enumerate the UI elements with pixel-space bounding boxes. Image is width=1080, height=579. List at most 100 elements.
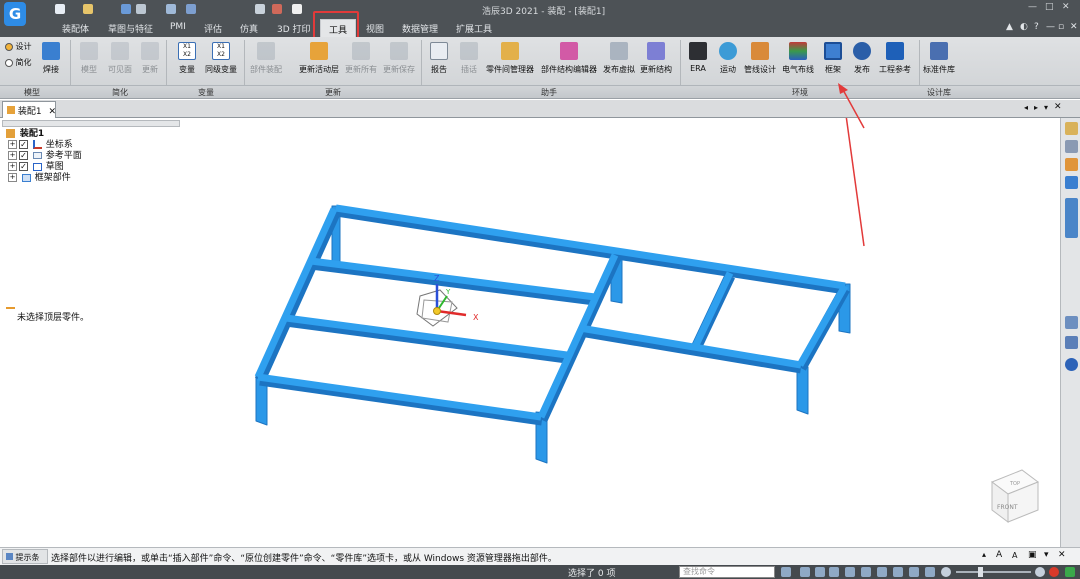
- doc-close-button[interactable]: ✕: [1070, 22, 1078, 32]
- undo-icon[interactable]: [166, 4, 176, 14]
- stop-icon[interactable]: [1049, 567, 1059, 577]
- inter-part-manager-button[interactable]: 零件间管理器: [486, 42, 534, 75]
- pan-icon[interactable]: [845, 567, 855, 577]
- maximize-button[interactable]: □: [1045, 2, 1054, 12]
- arrow-icon[interactable]: [781, 567, 791, 577]
- update-structure-button[interactable]: 更新结构: [640, 42, 672, 75]
- prompt-menu-icon[interactable]: ▾: [1044, 550, 1049, 560]
- right-dock-bar: [1060, 118, 1080, 547]
- shaded-icon[interactable]: [893, 567, 903, 577]
- insert-button[interactable]: 插话: [460, 42, 478, 75]
- doc-minimize-button[interactable]: —: [1046, 22, 1055, 32]
- weld-button[interactable]: 焊接: [42, 42, 60, 75]
- zoom-in-icon[interactable]: [1035, 567, 1045, 577]
- structure-editor-button[interactable]: 部件结构编辑器: [541, 42, 597, 75]
- prompt-close-icon[interactable]: ✕: [1058, 550, 1066, 560]
- tab-scroll-left-icon[interactable]: ◂: [1024, 103, 1028, 112]
- tab-scroll-right-icon[interactable]: ▸: [1034, 103, 1038, 112]
- help-panel-icon[interactable]: [1065, 176, 1078, 189]
- zoom-icon[interactable]: [829, 567, 839, 577]
- camera-icon[interactable]: [925, 567, 935, 577]
- parts-panel-icon[interactable]: [1065, 316, 1078, 329]
- open-icon[interactable]: [83, 4, 93, 14]
- tab-sketch-feature[interactable]: 草图与特征: [108, 22, 153, 35]
- print-icon[interactable]: [136, 4, 146, 14]
- triad-origin: [433, 307, 441, 315]
- era-button[interactable]: ERA: [689, 42, 707, 73]
- font-size-up-icon[interactable]: A: [996, 550, 1002, 560]
- layers-icon[interactable]: [1065, 140, 1078, 153]
- tab-data-management[interactable]: 数据管理: [402, 22, 438, 35]
- palette-icon[interactable]: ◐: [1020, 22, 1028, 32]
- prompt-dock-icon[interactable]: ▣: [1028, 550, 1037, 560]
- view-cube[interactable]: TOP FRONT: [990, 469, 1040, 523]
- close-button[interactable]: ✕: [1062, 2, 1070, 12]
- radio-design[interactable]: 设计: [5, 41, 32, 52]
- tab-assembly[interactable]: 装配体: [62, 22, 89, 35]
- radio-simplify[interactable]: 简化: [5, 57, 32, 68]
- publish-button[interactable]: 发布: [853, 42, 871, 75]
- simplify-model-button[interactable]: 模型: [80, 42, 98, 75]
- pipe-design-button[interactable]: 管线设计: [744, 42, 776, 75]
- tab-extensions[interactable]: 扩展工具: [456, 22, 492, 35]
- peer-variables-button[interactable]: X1 X2 同级变量: [205, 42, 237, 75]
- help-icon[interactable]: ?: [1034, 22, 1039, 32]
- tab-evaluate[interactable]: 评估: [204, 22, 222, 35]
- tab-pmi[interactable]: PMI: [170, 22, 186, 32]
- library-icon[interactable]: [1065, 122, 1078, 135]
- feature-panel-icon[interactable]: [1065, 336, 1078, 349]
- part-assembly-button[interactable]: 部件装配: [250, 42, 282, 75]
- zoom-out-icon[interactable]: [941, 567, 951, 577]
- command-search-input[interactable]: 查找命令: [679, 566, 775, 578]
- tab-simulate[interactable]: 仿真: [240, 22, 258, 35]
- fit-icon[interactable]: [800, 567, 810, 577]
- update-all-button[interactable]: 更新所有: [345, 42, 377, 75]
- measure-icon[interactable]: [272, 4, 282, 14]
- update-structure-icon: [647, 42, 665, 60]
- pathfinder-icon[interactable]: [1065, 158, 1078, 171]
- view-orientation-icon[interactable]: [877, 567, 887, 577]
- view-style-icon[interactable]: [909, 567, 919, 577]
- engineering-reference-button[interactable]: 工程参考: [879, 42, 911, 75]
- wire-harness-button[interactable]: 电气布线: [782, 42, 814, 75]
- update-save-button[interactable]: 更新保存: [383, 42, 415, 75]
- frame-model[interactable]: Z Y X TOP FRONT: [0, 118, 1060, 547]
- report-icon: [430, 42, 448, 60]
- report-button[interactable]: 报告: [430, 42, 448, 75]
- doc-tab-assembly1[interactable]: 装配1 ✕: [2, 101, 56, 118]
- zoom-area-icon[interactable]: [815, 567, 825, 577]
- save-icon[interactable]: [121, 4, 131, 14]
- visible-faces-button[interactable]: 可见面: [108, 42, 132, 75]
- motion-button[interactable]: 运动: [719, 42, 737, 75]
- tab-close-all-icon[interactable]: ✕: [1054, 102, 1062, 112]
- simplify-update-button[interactable]: 更新: [141, 42, 159, 75]
- zoom-slider[interactable]: [956, 571, 1031, 573]
- prompt-scroll-icon[interactable]: ▴: [982, 550, 986, 559]
- ribbon-collapse-icon[interactable]: ▲: [1006, 22, 1013, 32]
- redo-icon[interactable]: [186, 4, 196, 14]
- rotate-icon[interactable]: [861, 567, 871, 577]
- info-icon[interactable]: [1065, 358, 1078, 371]
- play-icon[interactable]: [292, 4, 302, 14]
- font-size-down-icon[interactable]: A: [1012, 551, 1017, 560]
- tab-view[interactable]: 视图: [366, 22, 384, 35]
- select-icon[interactable]: [255, 4, 265, 14]
- properties-icon[interactable]: [1065, 198, 1078, 238]
- frame-button[interactable]: 框架: [824, 42, 842, 75]
- doc-restore-button[interactable]: ▫: [1058, 22, 1064, 32]
- new-icon[interactable]: [55, 4, 65, 14]
- publish-virtual-button[interactable]: 发布虚拟: [603, 42, 635, 75]
- tab-3d-print[interactable]: 3D 打印: [277, 22, 311, 35]
- minimize-button[interactable]: —: [1028, 2, 1037, 12]
- 3d-viewport[interactable]: 装配1 + ✓ 坐标系 + ✓ 参考平面 + ✓ 草图 + 框架部件 未选择顶层零件。: [0, 118, 1060, 547]
- app-logo[interactable]: G: [4, 2, 26, 26]
- doc-tab-close-icon[interactable]: ✕: [48, 107, 56, 117]
- ribbon-group-labels: 模型 简化 变量 更新 助手 环境 设计库: [0, 85, 1080, 98]
- upload-icon[interactable]: [1065, 567, 1075, 577]
- tab-list-icon[interactable]: ▾: [1044, 103, 1048, 112]
- variables-button[interactable]: X1 X2 变量: [178, 42, 196, 75]
- zoom-slider-thumb[interactable]: [978, 567, 983, 577]
- update-active-layer-button[interactable]: 更新活动层: [299, 42, 339, 75]
- wire-harness-icon: [789, 42, 807, 60]
- standard-parts-library-button[interactable]: 标准件库: [923, 42, 955, 75]
